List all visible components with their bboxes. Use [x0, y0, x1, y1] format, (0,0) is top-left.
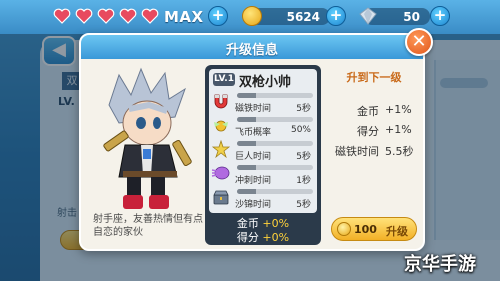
watermark-text: 京华手游 [404, 254, 476, 275]
bonus-row: 得分 +0% [205, 229, 321, 245]
next-level-label: 金币 [357, 105, 379, 118]
stat-value: 5秒 [296, 104, 311, 114]
dash-icon [211, 166, 230, 180]
stat-progress-fill [237, 141, 256, 146]
stat-row: 冲刺时间 1秒 [209, 163, 317, 187]
next-level-title: 升到下一级 [346, 71, 402, 84]
upgrade-label: 升级 [386, 225, 408, 238]
modal-header: 升级信息 [81, 35, 423, 59]
stat-label: 沙锦时间 [235, 200, 272, 210]
hero-description: 射手座，友善热情但有点自恋的家伙 [93, 214, 203, 238]
hero-stats-panel: LV.1 双枪小帅 磁铁时间 5秒 飞币概率 50% 巨人时间 5秒 冲刺时间 … [205, 65, 321, 245]
modal-title: 升级信息 [225, 43, 278, 58]
stat-progress-bar [237, 165, 313, 170]
next-level-row: 得分 +1% [327, 123, 421, 139]
heart-icon [53, 8, 71, 24]
add-hearts-button[interactable]: + [208, 6, 228, 26]
upgrade-info-modal: 升级信息 射手座，友善热情但有点自恋的家伙 LV.1 双枪小帅 磁铁时间 5秒 … [79, 33, 425, 251]
close-modal-button[interactable]: ✕ [405, 28, 433, 56]
stat-row: 巨人时间 5秒 [209, 139, 317, 163]
stat-label: 冲刺时间 [235, 176, 272, 186]
stat-row: 沙锦时间 5秒 [209, 187, 317, 211]
stat-value: 50% [290, 125, 311, 135]
next-level-value: +1% [385, 123, 412, 136]
heart-icon [141, 8, 159, 24]
stat-value: 1秒 [296, 176, 311, 186]
stat-progress-fill [237, 93, 256, 98]
stat-progress-bar [237, 117, 313, 122]
hero-level-badge: LV.1 [213, 73, 235, 86]
stat-label: 磁铁时间 [235, 104, 272, 114]
magnet-icon [214, 94, 228, 109]
stat-progress-fill [237, 165, 256, 170]
upgrade-cost: 100 [354, 223, 377, 236]
stat-label: 巨人时间 [235, 152, 272, 162]
next-level-value: +1% [385, 103, 412, 116]
gem-count: 50 [403, 10, 420, 24]
coin-icon [337, 222, 351, 236]
stat-progress-bar [237, 189, 313, 194]
hero-portrait-area: 射手座，友善热情但有点自恋的家伙 [89, 65, 203, 245]
wing-icon [214, 120, 228, 132]
stat-row: 飞币概率 50% [209, 115, 317, 139]
stats-list: LV.1 双枪小帅 磁铁时间 5秒 飞币概率 50% 巨人时间 5秒 冲刺时间 … [209, 69, 317, 213]
hero-character-illustration [103, 67, 192, 209]
coin-icon [242, 6, 262, 26]
add-gems-button[interactable]: + [430, 6, 450, 26]
next-level-row: 磁铁时间 5.5秒 [327, 143, 421, 159]
next-level-label: 磁铁时间 [335, 145, 379, 158]
add-coins-button[interactable]: + [326, 6, 346, 26]
stat-value: 5秒 [296, 152, 311, 162]
next-level-row: 金币 +1% [327, 103, 421, 119]
coin-count: 5624 [286, 10, 320, 24]
hero-name: 双枪小帅 [239, 75, 292, 90]
stat-progress-bar [237, 93, 313, 98]
stat-progress-fill [237, 117, 256, 122]
next-level-value: 5.5秒 [385, 145, 414, 158]
heart-icon [119, 8, 137, 24]
stat-row: 磁铁时间 5秒 [209, 91, 317, 115]
upgrade-button[interactable]: 100 升级 [331, 217, 417, 241]
heart-icon [75, 8, 93, 24]
stat-value: 5秒 [296, 200, 311, 210]
stat-progress-bar [237, 141, 313, 146]
stat-label: 飞币概率 [235, 128, 272, 138]
heart-icon [97, 8, 115, 24]
giant-icon [211, 139, 231, 159]
next-level-panel: 升到下一级 金币 +1% 得分 +1% 磁铁时间 5.5秒 100 升级 [327, 65, 421, 245]
next-level-label: 得分 [357, 125, 379, 138]
treasure-icon [213, 190, 229, 205]
stat-progress-fill [237, 189, 256, 194]
bonus-label: 得分 [236, 231, 259, 244]
hearts-max-label: MAX [164, 8, 204, 26]
gem-icon [359, 7, 377, 25]
bonus-value: +0% [262, 231, 290, 244]
